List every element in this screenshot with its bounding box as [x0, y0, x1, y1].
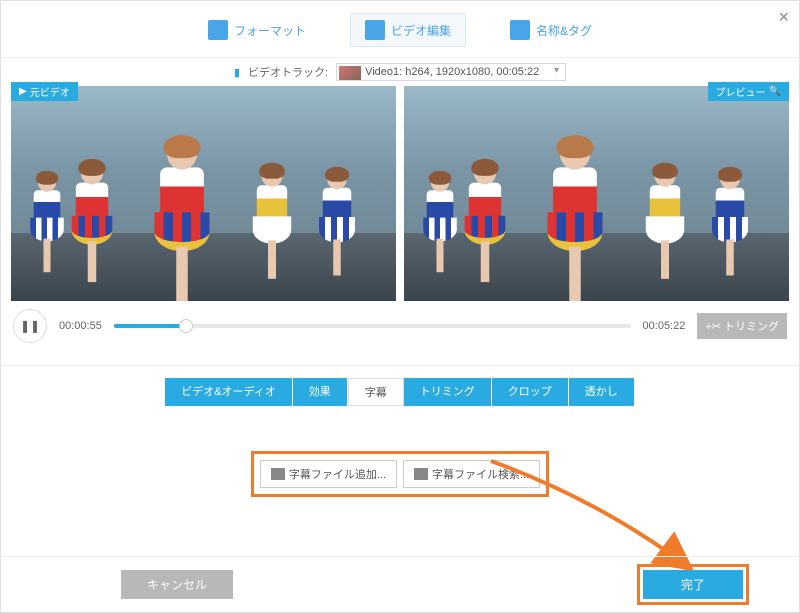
track-selected: Video1: h264, 1920x1080, 00:05:22 [365, 66, 539, 78]
source-video-pane[interactable] [11, 86, 396, 301]
tab-format-label: フォーマット [234, 22, 306, 39]
edit-tab-2[interactable]: 字幕 [348, 378, 404, 406]
done-button[interactable]: 完了 [643, 570, 743, 599]
subtitle-panel: 字幕ファイル追加... 字幕ファイル検索... [1, 406, 799, 541]
edit-tab-0[interactable]: ビデオ&オーディオ [165, 378, 293, 406]
done-button-highlight: 完了 [637, 564, 749, 605]
trim-button[interactable]: +✂トリミング [697, 313, 787, 339]
tab-name-tag-label: 名称&タグ [536, 22, 592, 39]
edit-tab-4[interactable]: クロップ [492, 378, 569, 406]
track-row: ▮ ビデオトラック: Video1: h264, 1920x1080, 00:0… [1, 58, 799, 86]
format-icon [208, 20, 228, 40]
file-search-icon [414, 468, 428, 480]
edit-tab-1[interactable]: 効果 [293, 378, 348, 406]
edit-tab-3[interactable]: トリミング [404, 378, 492, 406]
cancel-button[interactable]: キャンセル [121, 570, 233, 599]
video-edit-icon [365, 20, 385, 40]
source-badge: ▶ 元ビデオ [11, 82, 78, 101]
edit-tabs: ビデオ&オーディオ効果字幕トリミングクロップ透かし [1, 365, 799, 406]
seek-bar[interactable] [114, 324, 631, 328]
play-pause-button[interactable]: ❚❚ [13, 309, 47, 343]
footer: キャンセル 完了 [1, 556, 799, 612]
search-subtitle-button[interactable]: 字幕ファイル検索... [403, 460, 540, 488]
playback-controls: ❚❚ 00:00:55 00:05:22 +✂トリミング [1, 301, 799, 351]
subtitle-buttons-highlight: 字幕ファイル追加... 字幕ファイル検索... [251, 451, 549, 497]
preview-row: ▶ 元ビデオ プレビュー 🔍 [1, 86, 799, 301]
preview-video-pane[interactable] [404, 86, 789, 301]
file-add-icon [271, 468, 285, 480]
add-subtitle-button[interactable]: 字幕ファイル追加... [260, 460, 397, 488]
tag-icon [510, 20, 530, 40]
top-tabs: フォーマット ビデオ編集 名称&タグ [1, 1, 799, 58]
seek-thumb[interactable] [179, 319, 193, 333]
track-select[interactable]: Video1: h264, 1920x1080, 00:05:22 [336, 63, 566, 81]
edit-tab-5[interactable]: 透かし [569, 378, 635, 406]
tab-name-tag[interactable]: 名称&タグ [496, 13, 606, 47]
close-button[interactable]: × [778, 7, 789, 28]
total-time: 00:05:22 [643, 320, 686, 332]
tab-format[interactable]: フォーマット [194, 13, 320, 47]
tab-video-edit-label: ビデオ編集 [391, 22, 451, 39]
preview-badge: プレビュー 🔍 [708, 82, 789, 101]
track-label: ビデオトラック: [248, 64, 328, 80]
scissors-icon: +✂ [705, 320, 721, 333]
tab-video-edit[interactable]: ビデオ編集 [350, 13, 466, 47]
current-time: 00:00:55 [59, 320, 102, 332]
